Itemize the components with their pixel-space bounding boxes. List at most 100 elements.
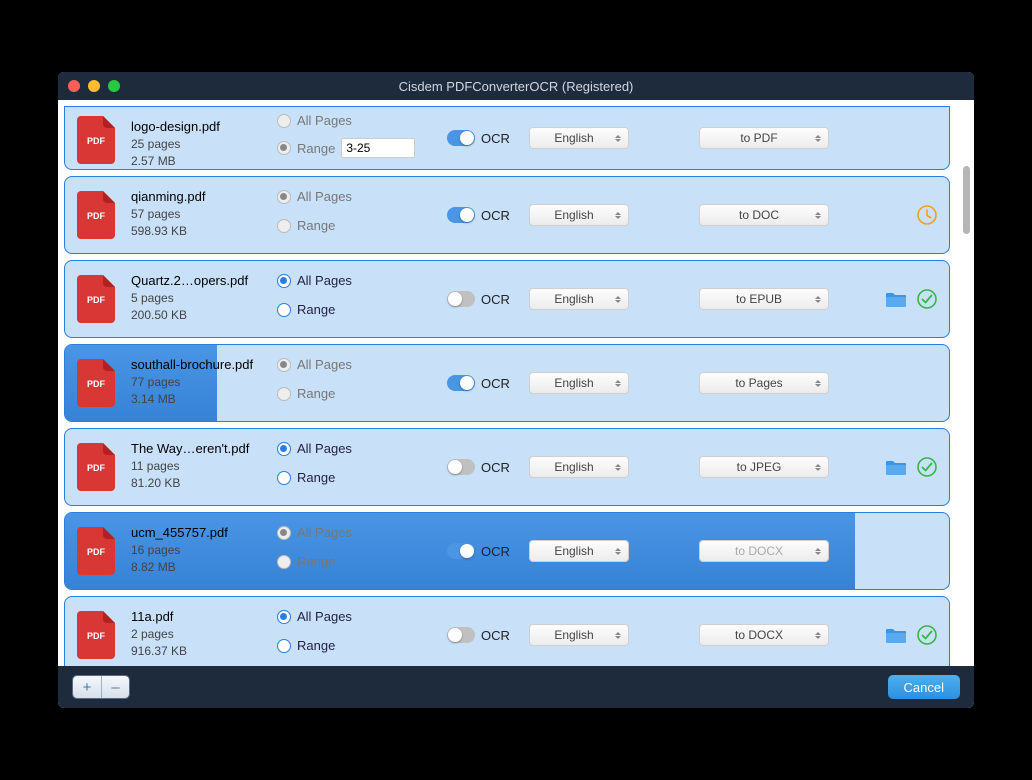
format-dropdown[interactable]: to JPEG: [699, 456, 829, 478]
all-pages-radio: [277, 526, 291, 540]
all-pages-radio[interactable]: [277, 274, 291, 288]
format-dropdown[interactable]: to DOCX: [699, 624, 829, 646]
language-dropdown[interactable]: English: [529, 288, 629, 310]
range-input[interactable]: [341, 138, 415, 158]
language-column: English: [529, 107, 669, 169]
language-dropdown[interactable]: English: [529, 540, 629, 562]
ocr-column: OCR: [447, 513, 529, 589]
range-label: Range: [297, 302, 335, 317]
pdf-icon: PDF: [77, 443, 115, 491]
row-actions: [829, 261, 949, 337]
file-thumbnail: PDF: [65, 177, 127, 253]
range-label: Range: [297, 470, 335, 485]
folder-icon[interactable]: [885, 458, 907, 476]
file-name: 11a.pdf: [131, 609, 277, 624]
check-icon: [917, 625, 937, 645]
ocr-toggle[interactable]: [447, 459, 475, 475]
format-dropdown[interactable]: to DOC: [699, 204, 829, 226]
folder-icon[interactable]: [885, 290, 907, 308]
range-label: Range: [297, 386, 335, 401]
range-radio[interactable]: [277, 303, 291, 317]
all-pages-label: All Pages: [297, 441, 352, 456]
language-dropdown[interactable]: English: [529, 456, 629, 478]
page-range-selector: All Pages Range: [277, 107, 447, 169]
file-info: Quartz.2…opers.pdf 5 pages 200.50 KB: [127, 261, 277, 337]
ocr-toggle[interactable]: [447, 543, 475, 559]
format-dropdown[interactable]: to EPUB: [699, 288, 829, 310]
format-column: to DOC: [669, 177, 829, 253]
all-pages-radio[interactable]: [277, 610, 291, 624]
pdf-icon: PDF: [77, 359, 115, 407]
ocr-label: OCR: [481, 628, 510, 643]
row-actions: [829, 513, 949, 589]
pdf-icon: PDF: [77, 527, 115, 575]
range-label: Range: [297, 554, 335, 569]
all-pages-label: All Pages: [297, 273, 352, 288]
language-dropdown[interactable]: English: [529, 127, 629, 149]
zoom-icon[interactable]: [108, 80, 120, 92]
ocr-toggle[interactable]: [447, 291, 475, 307]
file-pages: 16 pages: [131, 543, 277, 557]
ocr-toggle[interactable]: [447, 627, 475, 643]
svg-text:PDF: PDF: [87, 547, 106, 557]
file-pages: 5 pages: [131, 291, 277, 305]
svg-text:PDF: PDF: [87, 295, 106, 305]
minimize-icon[interactable]: [88, 80, 100, 92]
ocr-toggle[interactable]: [447, 207, 475, 223]
file-size: 2.57 MB: [131, 154, 277, 168]
file-pages: 2 pages: [131, 627, 277, 641]
add-button[interactable]: +: [73, 676, 101, 698]
ocr-column: OCR: [447, 345, 529, 421]
ocr-label: OCR: [481, 131, 510, 146]
file-row[interactable]: PDF southall-brochure.pdf 77 pages 3.14 …: [64, 344, 950, 422]
format-dropdown[interactable]: to PDF: [699, 127, 829, 149]
ocr-label: OCR: [481, 376, 510, 391]
svg-text:PDF: PDF: [87, 379, 106, 389]
add-remove-group: + –: [72, 675, 130, 699]
file-size: 8.82 MB: [131, 560, 277, 574]
file-info: qianming.pdf 57 pages 598.93 KB: [127, 177, 277, 253]
file-row[interactable]: PDF logo-design.pdf 25 pages 2.57 MB All…: [64, 106, 950, 170]
remove-button[interactable]: –: [101, 676, 129, 698]
ocr-label: OCR: [481, 292, 510, 307]
language-dropdown[interactable]: English: [529, 372, 629, 394]
close-icon[interactable]: [68, 80, 80, 92]
row-actions: [829, 345, 949, 421]
language-column: English: [529, 177, 669, 253]
all-pages-radio[interactable]: [277, 442, 291, 456]
language-dropdown[interactable]: English: [529, 624, 629, 646]
file-row[interactable]: PDF Quartz.2…opers.pdf 5 pages 200.50 KB…: [64, 260, 950, 338]
app-window: Cisdem PDFConverterOCR (Registered) PDF …: [58, 72, 974, 708]
scrollbar-thumb[interactable]: [963, 166, 970, 234]
file-row[interactable]: PDF ucm_455757.pdf 16 pages 8.82 MB All …: [64, 512, 950, 590]
page-range-selector: All Pages Range: [277, 597, 447, 666]
file-row[interactable]: PDF 11a.pdf 2 pages 916.37 KB All Pages …: [64, 596, 950, 666]
ocr-toggle[interactable]: [447, 130, 475, 146]
row-actions: [829, 597, 949, 666]
language-column: English: [529, 429, 669, 505]
file-row[interactable]: PDF qianming.pdf 57 pages 598.93 KB All …: [64, 176, 950, 254]
format-dropdown[interactable]: to DOCX: [699, 540, 829, 562]
language-column: English: [529, 345, 669, 421]
file-pages: 77 pages: [131, 375, 277, 389]
range-radio[interactable]: [277, 471, 291, 485]
folder-icon[interactable]: [885, 626, 907, 644]
format-column: to DOCX: [669, 597, 829, 666]
language-dropdown[interactable]: English: [529, 204, 629, 226]
file-size: 3.14 MB: [131, 392, 277, 406]
file-info: logo-design.pdf 25 pages 2.57 MB: [127, 107, 277, 169]
language-column: English: [529, 513, 669, 589]
format-column: to JPEG: [669, 429, 829, 505]
all-pages-radio: [277, 190, 291, 204]
range-radio[interactable]: [277, 639, 291, 653]
file-thumbnail: PDF: [65, 345, 127, 421]
file-info: The Way…eren't.pdf 11 pages 81.20 KB: [127, 429, 277, 505]
file-row[interactable]: PDF The Way…eren't.pdf 11 pages 81.20 KB…: [64, 428, 950, 506]
page-range-selector: All Pages Range: [277, 513, 447, 589]
ocr-toggle[interactable]: [447, 375, 475, 391]
scrollbar[interactable]: [958, 100, 974, 666]
row-actions: [829, 177, 949, 253]
all-pages-radio: [277, 114, 291, 128]
format-dropdown[interactable]: to Pages: [699, 372, 829, 394]
cancel-button[interactable]: Cancel: [888, 675, 960, 699]
